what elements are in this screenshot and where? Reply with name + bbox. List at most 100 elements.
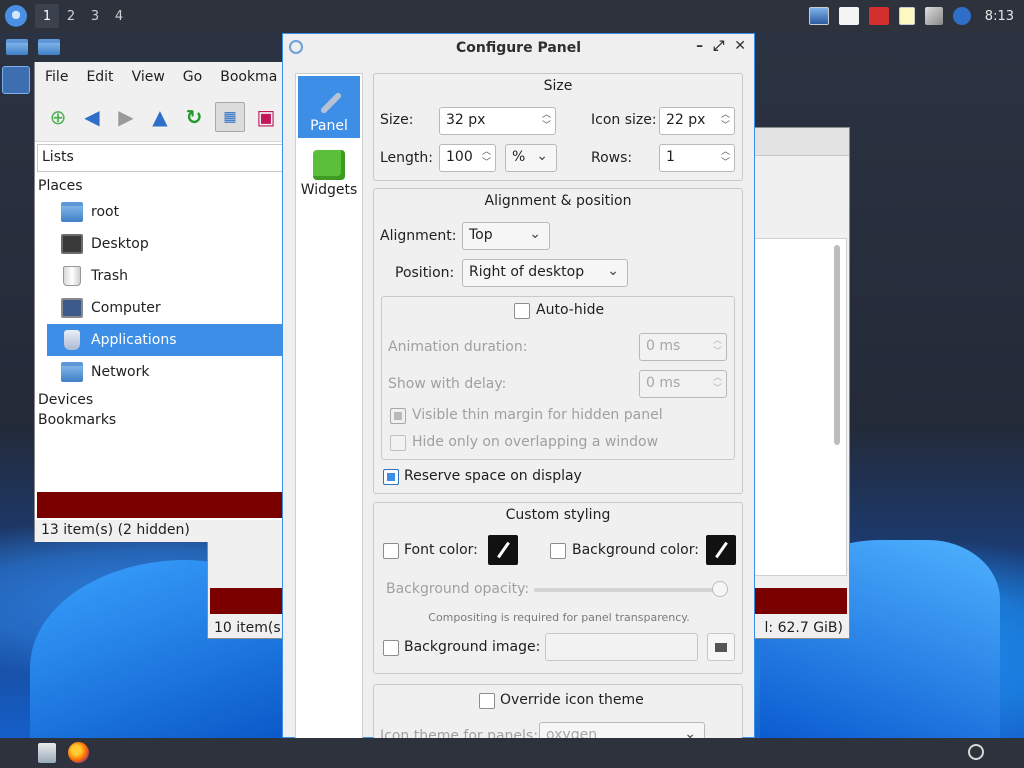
network-icon [61,362,83,382]
desktop-4-button[interactable]: 4 [107,4,131,28]
place-root[interactable]: root [47,196,284,228]
menu-edit[interactable]: Edit [76,69,121,85]
minimize-icon[interactable]: – [696,38,703,54]
custom-styling-group: Custom styling Font color: Background co… [373,502,743,674]
position-select[interactable]: Right of desktop ⌄ [462,259,628,287]
dialog-titlebar[interactable]: Configure Panel – ⤢ ✕ [283,34,754,62]
menu-go[interactable]: Go [173,69,210,85]
place-trash[interactable]: Trash [47,260,284,292]
show-delay-spinbox[interactable]: 0 ms ︿ ﹀ [639,370,727,398]
back-arrow-icon[interactable]: ◀ [79,104,105,130]
forward-arrow-icon[interactable]: ▶ [113,104,139,130]
icon-size-label: Icon size: [591,112,657,128]
place-desktop[interactable]: Desktop [47,228,284,260]
bookmarks-header[interactable]: Bookmarks [35,410,284,430]
length-label: Length: [380,150,434,166]
maximize-icon[interactable]: ⤢ [713,38,724,54]
sidebar-item-panel[interactable]: Panel [298,76,360,138]
free-space-text: l: 62.7 GiB) [764,620,843,636]
spin-arrows-icon[interactable]: ︿ ﹀ [482,147,491,169]
desktop-3-button[interactable]: 3 [83,4,107,28]
file-view[interactable] [753,238,847,576]
applications-icon [64,330,80,350]
bg-image-checkbox[interactable] [383,640,399,656]
sidebar-item-widgets[interactable]: Widgets [296,140,362,202]
chevron-down-icon: ⌄ [607,263,619,279]
close-icon[interactable]: ✕ [734,38,746,54]
spin-arrows-icon[interactable]: ︿ ﹀ [721,147,730,169]
side-pane-mode-select[interactable]: Lists [37,144,284,172]
app-icon [289,40,303,54]
bg-image-path-input[interactable] [545,633,698,661]
place-network[interactable]: Network [47,356,284,388]
rows-spinbox[interactable]: 1 ︿ ﹀ [659,144,735,172]
dialog-sidebar: Panel Widgets [295,73,363,739]
file-manager-icon[interactable] [38,743,56,763]
devices-header[interactable]: Devices [35,388,284,410]
menu-file[interactable]: File [35,69,76,85]
places-header[interactable]: Places [35,172,284,196]
thin-margin-checkbox[interactable] [390,408,406,424]
slider-handle[interactable] [712,581,728,597]
launcher-icon[interactable] [2,66,30,94]
scrollbar[interactable] [834,245,840,445]
folder-icon[interactable] [6,39,28,55]
folder-icon [61,202,83,222]
new-tab-icon[interactable]: ⊕ [45,104,71,130]
font-color-checkbox[interactable] [383,543,399,559]
auto-hide-group: Auto-hide Animation duration: 0 ms ︿ ﹀ Sh… [381,296,735,460]
reload-icon[interactable]: ↻ [181,104,207,130]
reserve-space-checkbox[interactable] [383,469,399,485]
network-plug-icon[interactable] [924,7,943,25]
firefox-icon[interactable] [68,742,89,763]
dialog-title: Configure Panel [455,40,582,56]
notification-icon[interactable] [952,7,971,25]
spin-arrows-icon[interactable]: ︿ ﹀ [721,110,730,132]
notes-icon[interactable] [898,7,915,25]
length-unit-select[interactable]: % ⌄ [505,144,557,172]
hide-overlap-checkbox[interactable] [390,435,406,451]
menu-view[interactable]: View [122,69,173,85]
browse-image-button[interactable] [707,633,735,661]
icon-theme-select[interactable]: oxygen ⌄ [539,722,705,738]
spin-arrows-icon[interactable]: ︿ ﹀ [713,373,722,395]
bottom-panel [0,738,1024,768]
show-delay-label: Show with delay: [388,376,507,392]
place-computer[interactable]: Computer [47,292,284,324]
close-red-icon[interactable] [868,7,889,25]
bg-color-picker-button[interactable] [706,535,736,565]
menubar: File Edit View Go Bookma [35,62,284,92]
override-icon-theme-checkbox[interactable] [479,693,495,709]
folder-icon[interactable] [38,39,60,55]
bg-color-checkbox[interactable] [550,543,566,559]
desktop-icon [61,234,83,254]
group-title: Alignment & position [484,193,632,209]
size-spinbox[interactable]: 32 px ︿ ﹀ [439,107,556,135]
icon-size-spinbox[interactable]: 22 px ︿ ﹀ [659,107,735,135]
group-title: Custom styling [505,507,611,523]
bg-opacity-slider[interactable] [534,588,728,592]
animation-duration-spinbox[interactable]: 0 ms ︿ ﹀ [639,333,727,361]
place-applications[interactable]: Applications [47,324,284,356]
clipboard-icon[interactable] [838,7,859,25]
font-color-picker-button[interactable] [488,535,518,565]
rows-label: Rows: [591,150,633,166]
menu-bookmarks[interactable]: Bookma [210,69,285,85]
display-icon[interactable] [808,7,829,25]
auto-hide-checkbox[interactable] [514,303,530,319]
length-unit-value: % [512,149,526,165]
brightness-icon[interactable] [968,744,984,760]
spin-arrows-icon[interactable]: ︿ ﹀ [542,110,551,132]
details-view-icon[interactable]: ▣ [253,104,279,130]
alignment-select[interactable]: Top ⌄ [462,222,550,250]
desktop-2-button[interactable]: 2 [59,4,83,28]
quick-launch-bar [0,34,62,60]
clock[interactable]: 8:13 [985,9,1014,24]
main-menu-icon[interactable] [5,5,27,27]
up-arrow-icon[interactable]: ▲ [147,104,173,130]
spin-arrows-icon[interactable]: ︿ ﹀ [713,336,722,358]
desktop-1-button[interactable]: 1 [35,4,59,28]
auto-hide-label: Auto-hide [536,302,605,318]
icon-view-icon[interactable]: ▦ [215,101,245,132]
length-spinbox[interactable]: 100 ︿ ﹀ [439,144,496,172]
